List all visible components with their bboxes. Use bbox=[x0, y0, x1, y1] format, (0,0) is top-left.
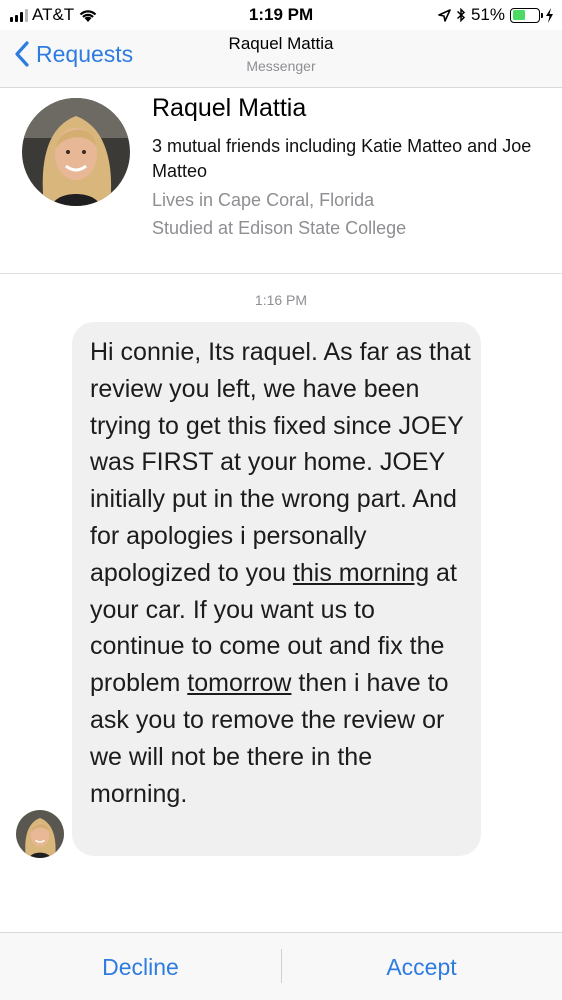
profile-name: Raquel Mattia bbox=[152, 94, 307, 122]
nav-title: Raquel Mattia bbox=[228, 34, 334, 53]
avatar[interactable] bbox=[22, 98, 130, 206]
battery-icon bbox=[510, 7, 543, 23]
profile-header: Raquel Mattia 3 mutual friends including… bbox=[0, 88, 562, 274]
charging-icon bbox=[546, 7, 553, 23]
battery-fill bbox=[512, 10, 526, 20]
request-action-bar: Decline Accept bbox=[0, 932, 562, 1000]
sender-avatar[interactable] bbox=[16, 810, 64, 858]
mutual-friends: 3 mutual friends including Katie Matteo … bbox=[152, 136, 532, 181]
status-right: 51% bbox=[438, 5, 554, 25]
message-timestamp: 1:16 PM bbox=[254, 292, 308, 308]
accept-button[interactable]: Accept bbox=[281, 933, 562, 1000]
message-text-part: Hi connie, Its raquel. As far as that re… bbox=[90, 338, 471, 587]
profile-education: Studied at Edison State College bbox=[152, 218, 407, 238]
bluetooth-icon bbox=[456, 7, 466, 23]
message-text-underlined: this morning bbox=[292, 558, 430, 587]
status-bar: AT&T 1:19 PM 51% bbox=[0, 0, 562, 30]
location-icon bbox=[438, 8, 451, 22]
message-text-underlined: tomorrow bbox=[187, 669, 292, 698]
message-bubble[interactable]: Hi connie, Its raquel. As far as that re… bbox=[72, 322, 481, 856]
battery-percent: 51% bbox=[470, 5, 505, 24]
message-text: Hi connie, Its raquel. As far as that re… bbox=[90, 334, 471, 812]
profile-location: Lives in Cape Coral, Florida bbox=[152, 190, 375, 210]
nav-bar: Requests Raquel Mattia Messenger bbox=[0, 30, 562, 88]
decline-button[interactable]: Decline bbox=[0, 933, 281, 1000]
nav-subtitle: Messenger bbox=[246, 58, 316, 74]
